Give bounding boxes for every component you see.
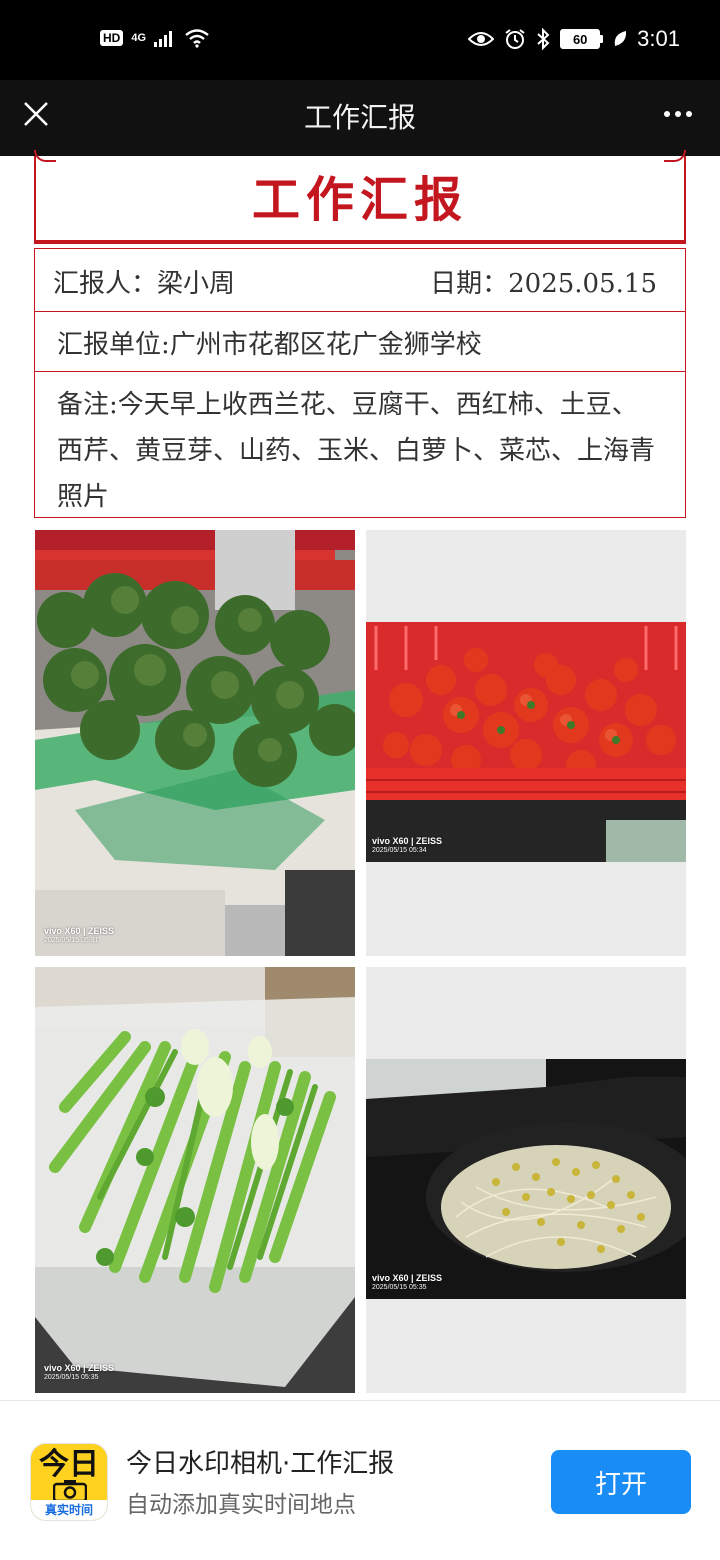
app-icon-label: 今日 bbox=[39, 1447, 99, 1482]
status-left: HD 4G bbox=[100, 28, 210, 48]
signal-icon bbox=[154, 31, 173, 47]
eye-icon bbox=[468, 32, 495, 46]
banner-subtitle: 自动添加真实时间地点 bbox=[126, 1492, 356, 1518]
header-divider bbox=[34, 240, 686, 244]
report-header: 工作汇报 bbox=[34, 150, 686, 244]
camera-icon bbox=[53, 1480, 87, 1502]
alarm-icon bbox=[505, 29, 525, 49]
hd-badge: HD bbox=[100, 30, 124, 46]
report-notes: 备注:今天早上收西兰花、豆腐干、西红柿、土豆、西芹、黄豆芽、山药、玉米、白萝卜、… bbox=[57, 390, 656, 512]
report-unit: 汇报单位:广州市花都区花广金狮学校 bbox=[57, 330, 482, 360]
reporter: 汇报人：梁小周 bbox=[53, 269, 236, 299]
unit-row: 汇报单位:广州市花都区花广金狮学校 bbox=[34, 312, 686, 372]
photo-celery[interactable]: vivo X60 | ZEISS 2025/05/15 05:35 bbox=[35, 967, 355, 1393]
report-heading: 工作汇报 bbox=[251, 172, 468, 228]
photo-watermark: vivo X60 | ZEISS 2025/05/15 05:35 bbox=[44, 1363, 115, 1381]
status-right: 60 3:01 bbox=[468, 26, 680, 52]
bluetooth-icon bbox=[537, 28, 550, 50]
wifi-icon bbox=[185, 29, 209, 48]
photo-watermark: vivo X60 | ZEISS 2025/05/15 05:34 bbox=[372, 836, 443, 854]
app-promo-banner: 今日 真实时间 今日水印相机·工作汇报 自动添加真实时间地点 打开 bbox=[0, 1400, 720, 1560]
photo-broccoli[interactable]: vivo X60 | ZEISS 2025/05/15 05:31 bbox=[35, 530, 355, 956]
leaf-icon bbox=[614, 31, 627, 46]
reporter-row: 汇报人：梁小周 日期：2025.05.15 bbox=[34, 248, 686, 312]
battery-level: 60 bbox=[560, 29, 601, 49]
banner-title: 今日水印相机·工作汇报 bbox=[126, 1449, 395, 1479]
clock: 3:01 bbox=[637, 26, 680, 51]
open-button[interactable]: 打开 bbox=[551, 1450, 691, 1514]
photo-watermark: vivo X60 | ZEISS 2025/05/15 05:31 bbox=[44, 926, 115, 944]
status-bar: HD 4G 60 3:01 bbox=[0, 0, 720, 80]
photo-tomatoes[interactable]: vivo X60 | ZEISS 2025/05/15 05:34 bbox=[366, 530, 686, 956]
notes-row: 备注:今天早上收西兰花、豆腐干、西红柿、土豆、西芹、黄豆芽、山药、玉米、白萝卜、… bbox=[34, 372, 686, 518]
app-icon[interactable]: 今日 真实时间 bbox=[30, 1443, 108, 1521]
report-date: 日期：2025.05.15 bbox=[430, 269, 657, 299]
photo-watermark: vivo X60 | ZEISS 2025/05/15 05:35 bbox=[372, 1273, 443, 1291]
report-card: 工作汇报 汇报人：梁小周 日期：2025.05.15 汇报单位:广州市花都区花广… bbox=[34, 150, 686, 518]
network-type: 4G bbox=[131, 32, 147, 44]
more-icon bbox=[664, 111, 670, 117]
page-title: 工作汇报 bbox=[303, 101, 416, 134]
photo-sprouts[interactable]: vivo X60 | ZEISS 2025/05/15 05:35 bbox=[366, 967, 686, 1393]
battery-icon: 60 bbox=[560, 29, 604, 49]
app-icon-caption: 真实时间 bbox=[31, 1500, 107, 1520]
title-bar: 工作汇报 bbox=[0, 80, 720, 156]
more-button[interactable] bbox=[656, 94, 700, 134]
